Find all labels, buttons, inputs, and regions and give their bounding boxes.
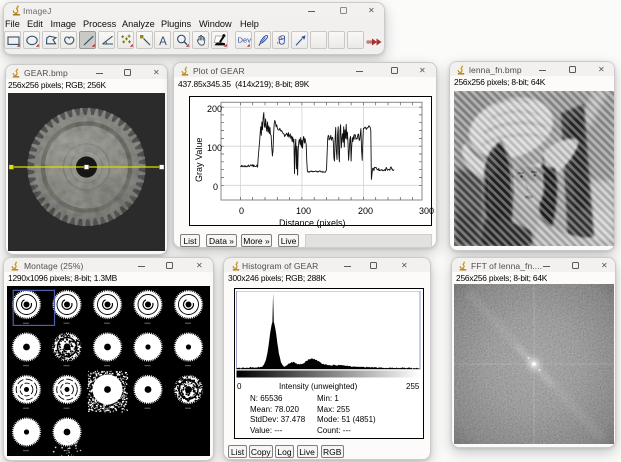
svg-text:A: A	[160, 36, 168, 47]
svg-text:Dev: Dev	[238, 36, 252, 45]
